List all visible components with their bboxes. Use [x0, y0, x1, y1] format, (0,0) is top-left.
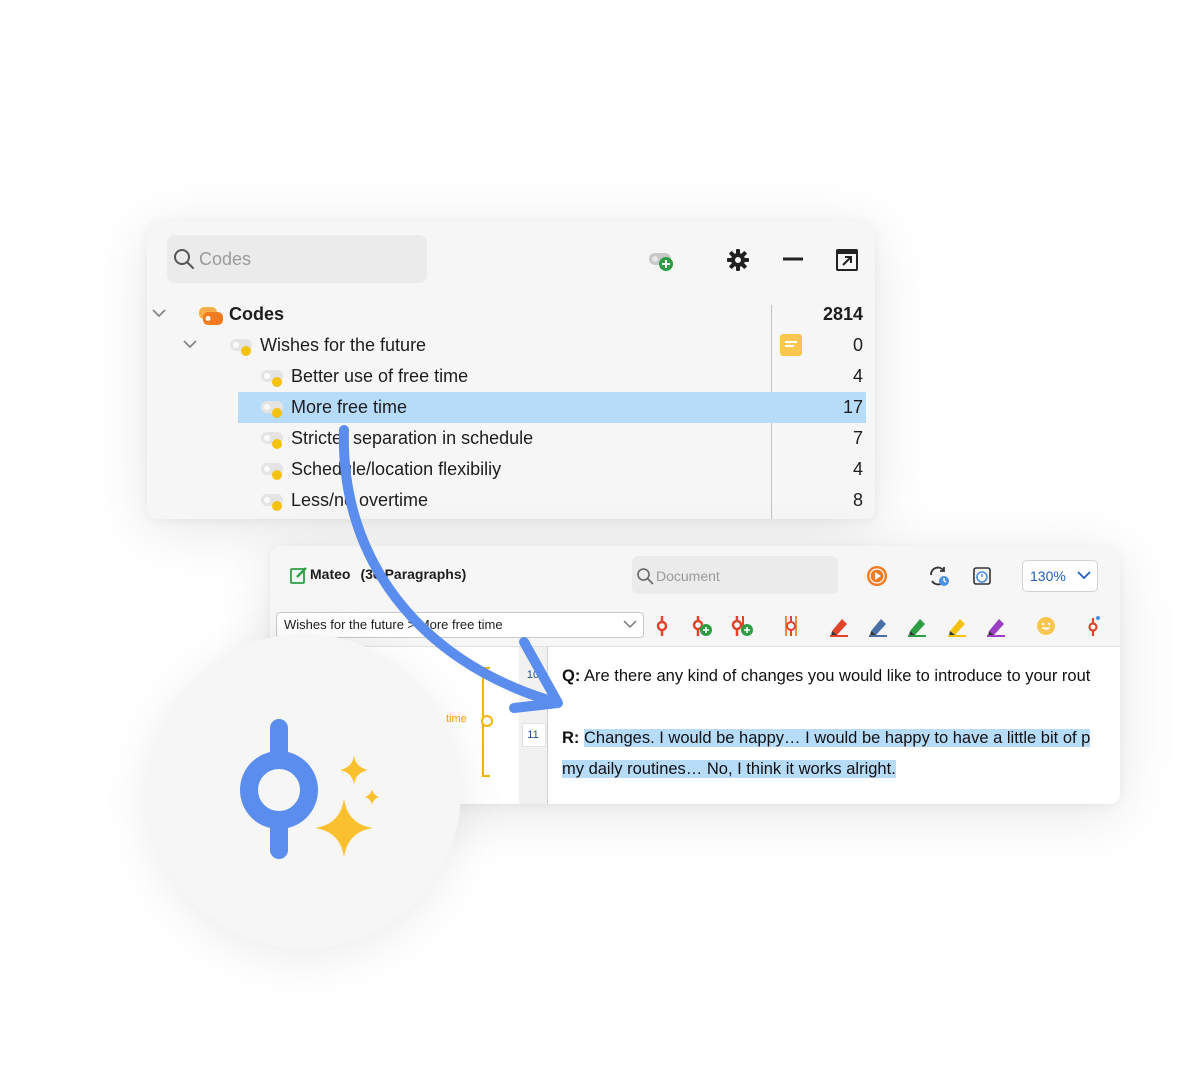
code-icon	[230, 339, 252, 356]
tree-row-codes-root[interactable]: Codes 2814	[147, 299, 875, 330]
document-name: Mateo	[310, 566, 351, 582]
code-with-new-code-icon[interactable]	[690, 614, 714, 638]
memo-icon[interactable]	[780, 334, 802, 356]
code-icon	[261, 463, 283, 480]
tree-label: More free time	[291, 397, 408, 417]
ai-coding-sparkle-icon	[240, 719, 379, 859]
response-paragraph-continued[interactable]: my daily routines… No, I think it works …	[562, 760, 896, 779]
coded-text-highlight: my daily routines… No, I think it works …	[562, 760, 896, 778]
highlight-green-icon[interactable]	[906, 614, 928, 638]
tree-row-schedule-flexibility[interactable]: Schedule/location flexibiliy 4	[147, 454, 875, 485]
paragraph-text: Are there any kind of changes you would …	[584, 667, 1091, 685]
document-title: Mateo (36 Paragraphs)	[310, 566, 466, 582]
code-icon	[261, 432, 283, 449]
in-vivo-coding-icon[interactable]	[730, 614, 754, 638]
speaker-label: R:	[562, 729, 580, 747]
tree-label: Less/no overtime	[291, 490, 429, 510]
code-search-placeholder: Codes	[199, 249, 252, 269]
smart-coding-icon[interactable]	[780, 614, 802, 638]
edit-document-icon[interactable]	[290, 566, 308, 584]
minus-icon[interactable]	[782, 257, 804, 261]
response-paragraph[interactable]: R: Changes. I would be happy… I would be…	[562, 729, 1091, 748]
chevron-down-icon	[1077, 571, 1091, 580]
tree-label: Better use of free time	[291, 366, 469, 386]
paragraph-count: (36 Paragraphs)	[360, 566, 467, 582]
highlight-yellow-icon[interactable]	[946, 614, 968, 638]
question-paragraph[interactable]: Q: Are there any kind of changes you wou…	[562, 667, 1090, 686]
undock-icon[interactable]	[835, 248, 859, 272]
paragraph-number: 10	[526, 669, 540, 681]
code-icon	[261, 370, 283, 387]
tree-label: Wishes for the future	[260, 335, 427, 355]
tree-count: 17	[842, 397, 863, 417]
coding-stripe-label: time	[446, 713, 467, 725]
tree-count: 7	[852, 428, 863, 448]
drag-to-code-arrow	[338, 425, 563, 713]
tree-count: 8	[852, 490, 863, 510]
chevron-down-icon[interactable]	[151, 307, 167, 319]
tree-count: 2814	[822, 304, 863, 324]
document-search-box[interactable]: Document	[632, 556, 838, 594]
speaker-label: Q:	[562, 667, 581, 685]
sync-icon[interactable]	[927, 565, 951, 587]
timestamp-icon[interactable]	[972, 566, 992, 586]
gear-icon[interactable]	[726, 248, 750, 272]
document-search-placeholder: Document	[656, 568, 720, 584]
chevron-down-icon	[623, 620, 637, 629]
zoom-select[interactable]: 130%	[1022, 560, 1098, 592]
code-system-icon	[199, 307, 223, 325]
tree-count: 4	[852, 459, 863, 479]
zoom-value: 130%	[1030, 568, 1066, 584]
tree-row-better-use[interactable]: Better use of free time 4	[147, 361, 875, 392]
code-icon	[261, 494, 283, 511]
play-audio-icon[interactable]	[866, 565, 888, 587]
code-system-panel: Codes Codes 2814 Wishes for the future 0…	[147, 221, 875, 519]
paragraph-number-column: 10 11	[519, 647, 548, 804]
tree-count: 4	[852, 366, 863, 386]
code-path-value: Wishes for the future > More free time	[284, 617, 503, 632]
tree-row-less-overtime[interactable]: Less/no overtime 8	[147, 485, 875, 516]
code-select-dropdown[interactable]: Wishes for the future > More free time	[276, 612, 644, 638]
highlight-blue-icon[interactable]	[867, 614, 889, 638]
paragraph-number: 11	[527, 729, 539, 741]
code-search-box[interactable]: Codes	[167, 235, 427, 283]
search-icon	[174, 249, 194, 269]
code-with-selected-code-icon[interactable]	[654, 614, 670, 638]
tree-row-stricter-separation[interactable]: Stricter separation in schedule 7	[147, 423, 875, 454]
highlight-purple-icon[interactable]	[985, 614, 1007, 638]
new-code-icon[interactable]	[647, 249, 675, 273]
code-icon	[261, 401, 283, 418]
tree-row-more-free-time[interactable]: More free time 17	[147, 392, 875, 423]
emoticode-icon[interactable]	[1035, 614, 1057, 638]
tree-row-wishes[interactable]: Wishes for the future 0	[147, 330, 875, 361]
tree-label: Stricter separation in schedule	[291, 428, 534, 448]
highlight-red-icon[interactable]	[828, 614, 850, 638]
tree-label: Schedule/location flexibiliy	[291, 459, 502, 479]
coded-text-highlight: Changes. I would be happy… I would be ha…	[584, 729, 1091, 747]
chevron-down-icon[interactable]	[182, 338, 198, 350]
tree-count: 0	[852, 335, 863, 355]
ai-coding-badge	[147, 634, 461, 948]
ai-code-icon[interactable]	[1085, 614, 1103, 638]
search-icon	[637, 568, 654, 585]
tree-label: Codes	[229, 304, 285, 324]
coding-stripe-knob[interactable]	[481, 715, 493, 727]
